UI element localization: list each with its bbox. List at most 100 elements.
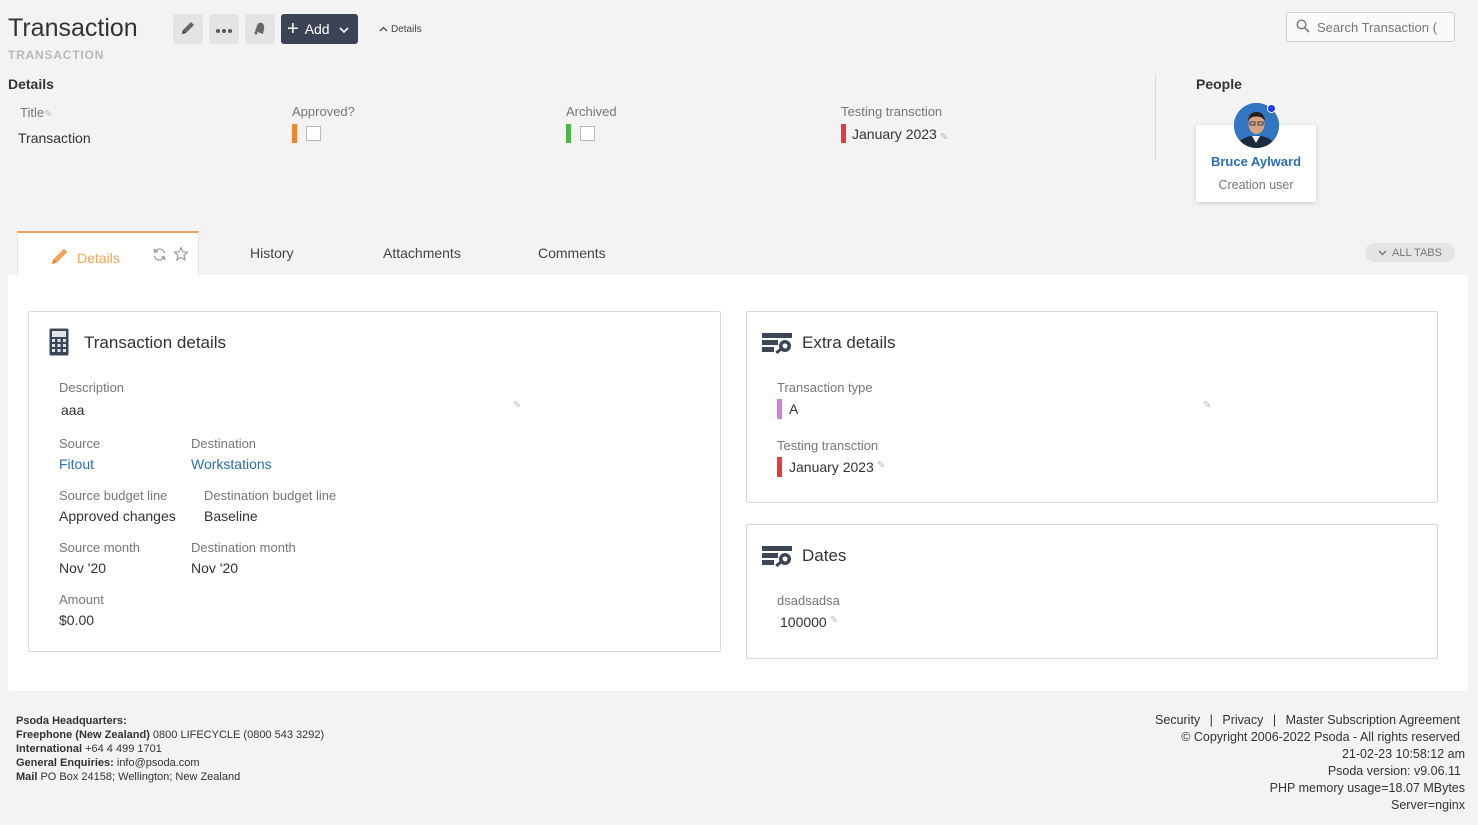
- person-name[interactable]: Bruce Aylward: [1196, 154, 1316, 169]
- testing-transction-value: January 2023: [789, 459, 874, 475]
- pencil-icon[interactable]: ✎: [513, 400, 521, 411]
- pencil-icon[interactable]: ✎: [877, 460, 885, 471]
- archived-color-bar: [566, 124, 571, 143]
- testing-color-bar: [841, 124, 846, 143]
- mail-value: PO Box 24158; Wellington; New Zealand: [40, 771, 241, 783]
- transaction-details-title: Transaction details: [84, 333, 227, 352]
- tab-details-label: Details: [77, 249, 120, 266]
- more-options-button[interactable]: [209, 14, 239, 44]
- separator: |: [1209, 713, 1213, 727]
- amount-label: Amount: [59, 592, 104, 607]
- all-tabs-label: ALL TABS: [1392, 246, 1442, 259]
- security-link[interactable]: Security: [1155, 713, 1200, 727]
- approved-field: [292, 124, 321, 143]
- tools-icon: [762, 333, 792, 358]
- server: Server=nginx: [1391, 798, 1465, 812]
- pencil-icon[interactable]: ✎: [940, 132, 948, 143]
- dsadsadsa-label: dsadsadsa: [777, 593, 840, 608]
- notify-button[interactable]: [245, 14, 275, 44]
- tab-history[interactable]: History: [250, 245, 294, 261]
- chevron-down-icon: [339, 21, 349, 37]
- dates-title: Dates: [802, 546, 847, 565]
- international-value: +64 4 499 1701: [85, 743, 162, 755]
- datetime: 21-02-23 10:58:12 am: [1341, 747, 1465, 761]
- person-name-link[interactable]: Bruce Aylward: [1211, 154, 1301, 169]
- archived-field: [566, 124, 595, 143]
- pencil-icon: [180, 20, 196, 39]
- source-budget-label: Source budget line: [59, 488, 168, 503]
- details-toggle[interactable]: Details: [379, 24, 422, 35]
- dest-month-value: Nov '20: [191, 560, 239, 576]
- add-button[interactable]: + Add: [281, 14, 358, 44]
- tab-comments[interactable]: Comments: [538, 245, 606, 261]
- all-tabs-button[interactable]: ALL TABS: [1365, 243, 1455, 262]
- more-dots-icon: [215, 22, 233, 37]
- transaction-details-card: Transaction details Description aaa ✎ So…: [28, 311, 721, 652]
- testing-transction-field: January 2023 ✎: [777, 457, 885, 477]
- refresh-icon[interactable]: [152, 247, 167, 265]
- freephone-label: Freephone (New Zealand): [16, 729, 150, 741]
- dsadsadsa-value: 100000: [780, 614, 827, 630]
- approved-label: Approved?: [292, 104, 355, 119]
- calculator-icon: [49, 328, 69, 359]
- source-month-label: Source month: [59, 540, 140, 555]
- details-toggle-label: Details: [391, 24, 422, 35]
- dest-budget-label: Destination budget line: [204, 488, 337, 503]
- extra-details-card: Extra details Transaction type A ✎ Testi…: [746, 311, 1438, 503]
- transaction-type-value: A: [789, 401, 799, 417]
- details-heading: Details: [8, 76, 54, 92]
- page-title: Transaction: [8, 14, 138, 42]
- version: Psoda version: v9.06.11: [1327, 764, 1461, 778]
- search-input[interactable]: Search Transaction (: [1286, 12, 1455, 42]
- pencil-icon[interactable]: ✎: [830, 615, 838, 626]
- source-month-value: Nov '20: [59, 560, 107, 576]
- archived-label: Archived: [566, 104, 617, 119]
- testing-label: Testing transction: [841, 104, 943, 119]
- extra-details-title: Extra details: [802, 333, 896, 352]
- people-heading: People: [1196, 76, 1242, 92]
- star-icon[interactable]: [173, 246, 189, 265]
- msa-link[interactable]: Master Subscription Agreement: [1286, 713, 1460, 727]
- tab-details[interactable]: Details: [17, 231, 199, 276]
- testing-color-bar: [777, 457, 782, 477]
- dest-budget-value: Baseline: [204, 508, 258, 524]
- amount-value: $0.00: [59, 612, 95, 628]
- tab-details-content: Details: [50, 246, 120, 269]
- description-label: Description: [59, 380, 125, 395]
- enquiries-label: General Enquiries:: [16, 757, 114, 769]
- dates-card: Dates dsadsadsa 100000 ✎: [746, 524, 1438, 659]
- hq-label: Psoda Headquarters:: [16, 715, 127, 727]
- mail-label: Mail: [16, 771, 38, 783]
- approved-checkbox[interactable]: [306, 126, 321, 141]
- approved-color-bar: [292, 124, 297, 143]
- source-budget-value: Approved changes: [59, 508, 176, 524]
- testing-transction-label: Testing transction: [777, 438, 879, 453]
- plus-icon: +: [287, 18, 299, 40]
- description-value: aaa: [61, 402, 85, 418]
- pencil-icon[interactable]: ✎: [1203, 400, 1211, 411]
- title-label: Title: [20, 105, 45, 120]
- tools-icon: [762, 546, 792, 571]
- pencil-icon[interactable]: ✎: [44, 109, 52, 120]
- freephone-value: 0800 LIFECYCLE (0800 543 3292): [152, 729, 325, 741]
- pencil-icon: [50, 246, 70, 269]
- person-role: Creation user: [1218, 178, 1294, 192]
- separator: |: [1272, 713, 1277, 727]
- source-label: Source: [59, 436, 101, 451]
- dest-month-label: Destination month: [191, 540, 296, 555]
- archived-checkbox[interactable]: [580, 126, 595, 141]
- destination-link[interactable]: Workstations: [191, 456, 272, 472]
- privacy-link[interactable]: Privacy: [1222, 713, 1263, 727]
- type-color-bar: [777, 399, 782, 419]
- title-field-label: Title✎: [20, 105, 52, 120]
- edit-button[interactable]: [173, 14, 203, 44]
- tab-attachments[interactable]: Attachments: [383, 245, 461, 261]
- search-placeholder: Search Transaction (: [1317, 19, 1437, 35]
- testing-value: January 2023: [852, 125, 937, 142]
- source-link[interactable]: Fitout: [59, 456, 94, 472]
- chevron-down-icon: [1378, 247, 1387, 259]
- enquiries-email[interactable]: info@psoda.com: [117, 757, 200, 769]
- divider: [1155, 74, 1156, 160]
- page-subtitle: TRANSACTION: [8, 48, 105, 62]
- bell-icon: [252, 20, 268, 39]
